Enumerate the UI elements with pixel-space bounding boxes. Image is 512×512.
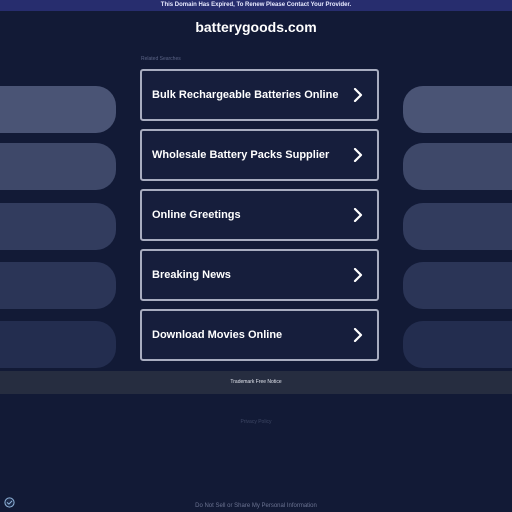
decorative-pill-right-4 [403, 262, 512, 309]
related-search-label: Bulk Rechargeable Batteries Online [152, 89, 339, 101]
related-search-link[interactable]: Download Movies Online [140, 309, 379, 361]
privacy-policy-link[interactable]: Privacy Policy [0, 419, 512, 425]
related-search-label: Online Greetings [152, 209, 241, 221]
domain-title: batterygoods.com [195, 19, 317, 35]
related-search-link[interactable]: Online Greetings [140, 189, 379, 241]
related-search-links: Bulk Rechargeable Batteries Online Whole… [140, 69, 379, 369]
decorative-pill-left-1 [0, 86, 116, 133]
decorative-pill-left-3 [0, 203, 116, 250]
chevron-right-icon [353, 208, 363, 222]
expired-domain-banner: This Domain Has Expired, To Renew Please… [0, 0, 512, 11]
related-searches-label: Related Searches [141, 56, 181, 62]
chevron-right-icon [353, 328, 363, 342]
trademark-notice-link[interactable]: Trademark Free Notice [0, 371, 512, 394]
decorative-pill-left-5 [0, 321, 116, 368]
chevron-right-icon [353, 268, 363, 282]
related-search-link[interactable]: Bulk Rechargeable Batteries Online [140, 69, 379, 121]
decorative-pill-right-2 [403, 143, 512, 190]
chevron-right-icon [353, 148, 363, 162]
decorative-pill-right-5 [403, 321, 512, 368]
related-search-link[interactable]: Wholesale Battery Packs Supplier [140, 129, 379, 181]
related-search-label: Download Movies Online [152, 329, 283, 341]
parked-domain-page: This Domain Has Expired, To Renew Please… [0, 0, 512, 512]
chevron-right-icon [353, 88, 363, 102]
decorative-pill-left-2 [0, 143, 116, 190]
decorative-pill-right-1 [403, 86, 512, 133]
related-search-label: Wholesale Battery Packs Supplier [152, 149, 330, 161]
related-search-label: Breaking News [152, 269, 231, 281]
related-search-link[interactable]: Breaking News [140, 249, 379, 301]
do-not-sell-link[interactable]: Do Not Sell or Share My Personal Informa… [0, 503, 512, 509]
decorative-pill-left-4 [0, 262, 116, 309]
decorative-pill-right-3 [403, 203, 512, 250]
